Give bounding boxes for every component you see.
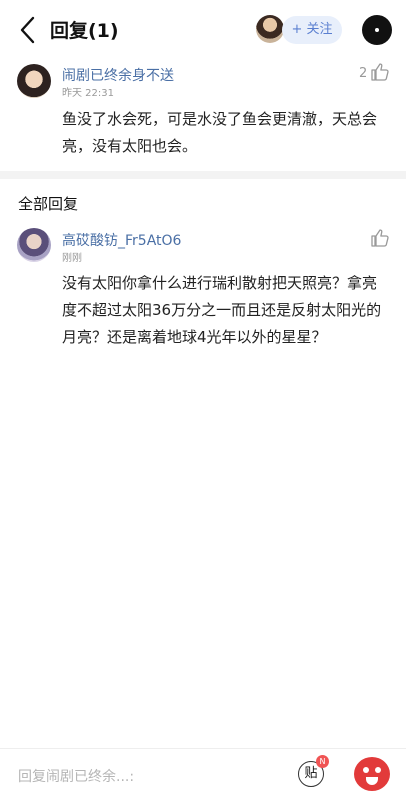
timestamp: 刚刚 [62, 253, 82, 264]
like-count: 2 [359, 66, 368, 81]
emoji-icon[interactable] [354, 757, 390, 791]
reply-text-line: 度不超过太阳36万分之一而且还是反射太阳光的 [62, 301, 382, 319]
top-bar: 回复(1) + 关注 [0, 0, 406, 60]
notification-badge: N [316, 755, 329, 768]
author-avatar[interactable] [256, 15, 284, 43]
comment-text-line: 鱼没了水会死，可是水没了鱼会更清澈，天总会 [62, 110, 378, 128]
author-name[interactable]: 高砹酸钫_Fr5AtO6 [62, 230, 181, 250]
thumb-up-icon[interactable] [370, 62, 390, 82]
reply-text-line: 没有太阳你拿什么进行瑞利散射把天照亮？拿亮 [62, 274, 378, 292]
bottom-bar: 回复闹剧已终余...: 贴 N [0, 748, 406, 800]
avatar[interactable] [17, 64, 51, 98]
reply-input[interactable]: 回复闹剧已终余...: [18, 766, 134, 786]
back-icon[interactable] [14, 14, 42, 46]
avatar[interactable] [17, 228, 51, 262]
section-title: 全部回复 [18, 195, 79, 213]
reply-text-line: 月亮？还是离着地球4光年以外的星星？ [62, 328, 327, 346]
follow-button[interactable]: + 关注 [282, 16, 342, 44]
page-title: 回复(1) [50, 20, 119, 42]
more-icon[interactable] [362, 15, 392, 45]
section-divider [0, 171, 406, 179]
timestamp: 昨天 22:31 [62, 88, 114, 99]
author-name[interactable]: 闹剧已终余身不送 [62, 65, 174, 85]
thumb-up-icon[interactable] [370, 228, 390, 248]
comment-text-line: 亮，没有太阳也会。 [62, 137, 198, 155]
